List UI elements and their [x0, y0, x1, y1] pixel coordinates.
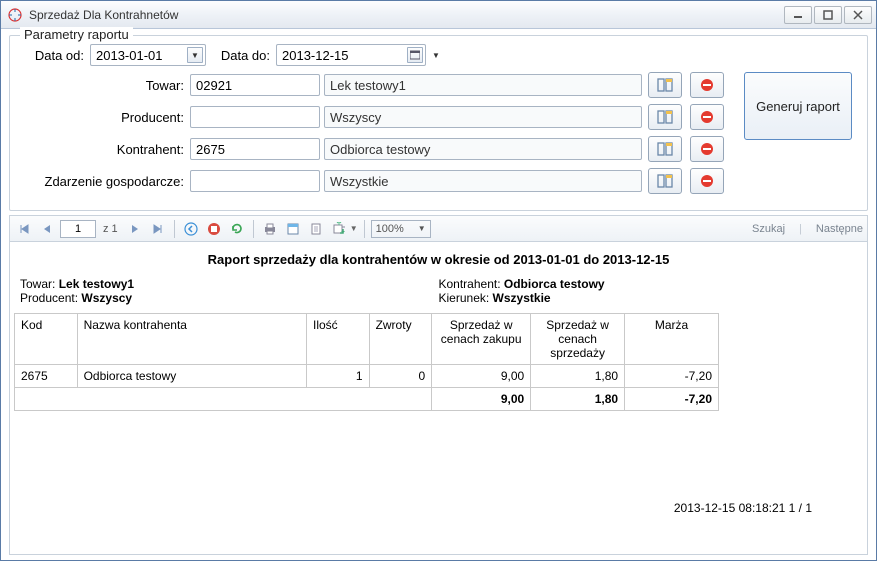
- col-nazwa: Nazwa kontrahenta: [77, 314, 306, 365]
- close-button[interactable]: [844, 6, 872, 24]
- date-from-label: Data od:: [20, 48, 90, 63]
- calendar-icon[interactable]: [407, 47, 423, 63]
- report-table: Kod Nazwa kontrahenta Ilość Zwroty Sprze…: [14, 313, 719, 411]
- page-of-label: z 1: [103, 223, 118, 235]
- producent-clear-button[interactable]: [690, 104, 724, 130]
- page-setup-button[interactable]: [306, 219, 326, 239]
- report-kierunek-label: Kierunek:: [439, 291, 490, 305]
- parameters-group: Parametry raportu Data od: 2013-01-01 ▼ …: [9, 35, 868, 211]
- towar-name-field: Lek testowy1: [324, 74, 642, 96]
- title-bar: Sprzedaż Dla Kontrahnetów: [1, 1, 876, 29]
- kontrahent-label: Kontrahent:: [20, 142, 190, 157]
- report-viewer: z 1 ▼ 100%▼ Szukaj | Następne Raport spr…: [9, 215, 868, 555]
- window-title: Sprzedaż Dla Kontrahnetów: [29, 8, 784, 22]
- report-producent-value: Wszyscy: [81, 291, 132, 305]
- report-towar-value: Lek testowy1: [59, 277, 134, 291]
- maximize-button[interactable]: [814, 6, 842, 24]
- report-toolbar: z 1 ▼ 100%▼ Szukaj | Następne: [10, 216, 867, 242]
- back-button[interactable]: [181, 219, 201, 239]
- refresh-button[interactable]: [227, 219, 247, 239]
- zoom-select[interactable]: 100%▼: [371, 220, 431, 238]
- stop-button[interactable]: [204, 219, 224, 239]
- next-page-button[interactable]: [125, 219, 145, 239]
- prev-page-button[interactable]: [37, 219, 57, 239]
- towar-code-input[interactable]: 02921: [190, 74, 320, 96]
- print-layout-button[interactable]: [283, 219, 303, 239]
- date-to-label: Data do:: [206, 48, 276, 63]
- kontrahent-lookup-button[interactable]: [648, 136, 682, 162]
- first-page-button[interactable]: [14, 219, 34, 239]
- towar-label: Towar:: [20, 78, 190, 93]
- kontrahent-code-input[interactable]: 2675: [190, 138, 320, 160]
- col-sprzedaz-sprzedaz: Sprzedaż w cenach sprzedaży: [531, 314, 625, 365]
- zdarzenie-clear-button[interactable]: [690, 168, 724, 194]
- report-title: Raport sprzedaży dla kontrahentów w okre…: [10, 252, 867, 267]
- report-kontrahent-label: Kontrahent:: [439, 277, 501, 291]
- kontrahent-clear-button[interactable]: [690, 136, 724, 162]
- chevron-down-icon[interactable]: ▼: [187, 47, 203, 63]
- zdarzenie-name-field: Wszystkie: [324, 170, 642, 192]
- zdarzenie-code-input[interactable]: [190, 170, 320, 192]
- report-body: Raport sprzedaży dla kontrahentów w okre…: [10, 242, 867, 554]
- col-kod: Kod: [15, 314, 78, 365]
- col-zwroty: Zwroty: [369, 314, 432, 365]
- generate-report-button[interactable]: Generuj raport: [744, 72, 852, 140]
- towar-clear-button[interactable]: [690, 72, 724, 98]
- print-button[interactable]: [260, 219, 280, 239]
- zdarzenie-lookup-button[interactable]: [648, 168, 682, 194]
- zdarzenie-label: Zdarzenie gospodarcze:: [20, 174, 190, 189]
- parameters-legend: Parametry raportu: [20, 27, 133, 42]
- report-producent-label: Producent:: [20, 291, 78, 305]
- producent-name-field: Wszyscy: [324, 106, 642, 128]
- producent-lookup-button[interactable]: [648, 104, 682, 130]
- report-kontrahent-value: Odbiorca testowy: [504, 277, 605, 291]
- kontrahent-name-field: Odbiorca testowy: [324, 138, 642, 160]
- find-next-button[interactable]: Następne: [816, 223, 863, 235]
- producent-label: Producent:: [20, 110, 190, 125]
- report-towar-label: Towar:: [20, 277, 55, 291]
- col-marza: Marża: [625, 314, 719, 365]
- col-sprzedaz-zakup: Sprzedaż w cenach zakupu: [432, 314, 531, 365]
- chevron-down-icon[interactable]: ▼: [350, 224, 358, 233]
- producent-code-input[interactable]: [190, 106, 320, 128]
- chevron-down-icon[interactable]: ▼: [428, 47, 444, 63]
- table-totals-row: 9,00 1,80 -7,20: [15, 388, 719, 411]
- table-row: 2675 Odbiorca testowy 1 0 9,00 1,80 -7,2…: [15, 365, 719, 388]
- towar-lookup-button[interactable]: [648, 72, 682, 98]
- app-icon: [7, 7, 23, 23]
- report-kierunek-value: Wszystkie: [493, 291, 551, 305]
- export-button[interactable]: [329, 219, 349, 239]
- minimize-button[interactable]: [784, 6, 812, 24]
- search-input[interactable]: Szukaj: [752, 223, 785, 235]
- report-page-footer: 2013-12-15 08:18:21 1 / 1: [10, 501, 812, 515]
- date-to-input[interactable]: 2013-12-15: [276, 44, 426, 66]
- last-page-button[interactable]: [148, 219, 168, 239]
- col-ilosc: Ilość: [307, 314, 370, 365]
- page-input[interactable]: [60, 220, 96, 238]
